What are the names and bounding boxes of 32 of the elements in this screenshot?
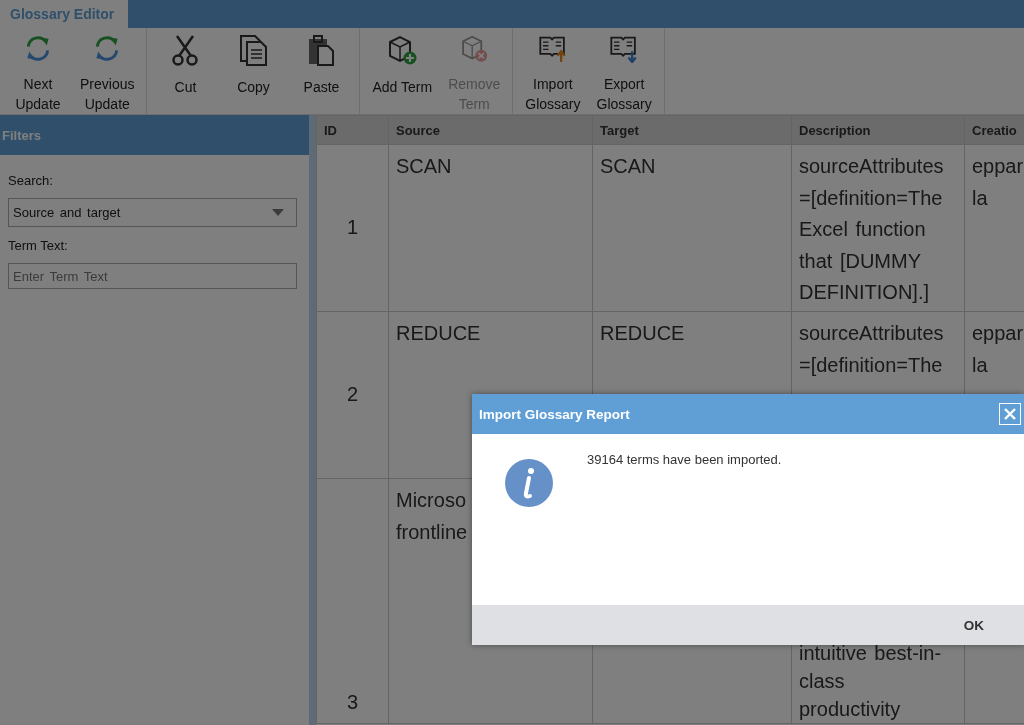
term-text-field[interactable]: Enter Term Text bbox=[8, 263, 297, 289]
table-cell: SCAN bbox=[592, 144, 792, 312]
toolbar-button[interactable]: Add Term bbox=[366, 28, 439, 114]
column-header: Creatio bbox=[964, 115, 1024, 145]
copy-icon bbox=[238, 34, 269, 66]
paste-icon bbox=[306, 34, 337, 66]
toolbar-button[interactable]: Paste bbox=[289, 28, 354, 114]
field-label: Term Text: bbox=[8, 238, 69, 253]
search-dropdown[interactable]: Source and target bbox=[8, 198, 297, 227]
toolbar-button[interactable]: Cut bbox=[153, 28, 218, 114]
dropdown-caret-icon bbox=[272, 209, 284, 216]
column-header: ID bbox=[316, 115, 389, 145]
table-cell: SCAN bbox=[388, 144, 593, 312]
cube-plus-icon bbox=[386, 34, 419, 66]
column-header: Target bbox=[592, 115, 792, 145]
close-button[interactable] bbox=[999, 403, 1021, 425]
toolbar-button[interactable]: Copy bbox=[221, 28, 286, 114]
table-cell: 1 bbox=[316, 144, 389, 312]
panel-title: Filters bbox=[0, 115, 309, 155]
toolbar-button[interactable]: Previous Update bbox=[74, 28, 141, 114]
table-cell: sourceAttributes =[definition=The Excel function that [DUMMY DEFINITION].] bbox=[791, 144, 965, 312]
column-header: Description bbox=[791, 115, 965, 145]
cut-icon bbox=[171, 34, 200, 66]
field-label: Search: bbox=[8, 173, 54, 188]
toolbar-button[interactable]: Import Glossary bbox=[519, 28, 587, 114]
toolbar-button[interactable]: Next Update bbox=[6, 28, 70, 114]
column-header: Source bbox=[388, 115, 593, 145]
table-cell: 2 bbox=[316, 311, 389, 479]
close-icon bbox=[1004, 408, 1016, 420]
info-icon bbox=[504, 458, 554, 508]
table-cell: 3 bbox=[316, 478, 389, 724]
toolbar-button[interactable]: Export Glossary bbox=[590, 28, 658, 114]
